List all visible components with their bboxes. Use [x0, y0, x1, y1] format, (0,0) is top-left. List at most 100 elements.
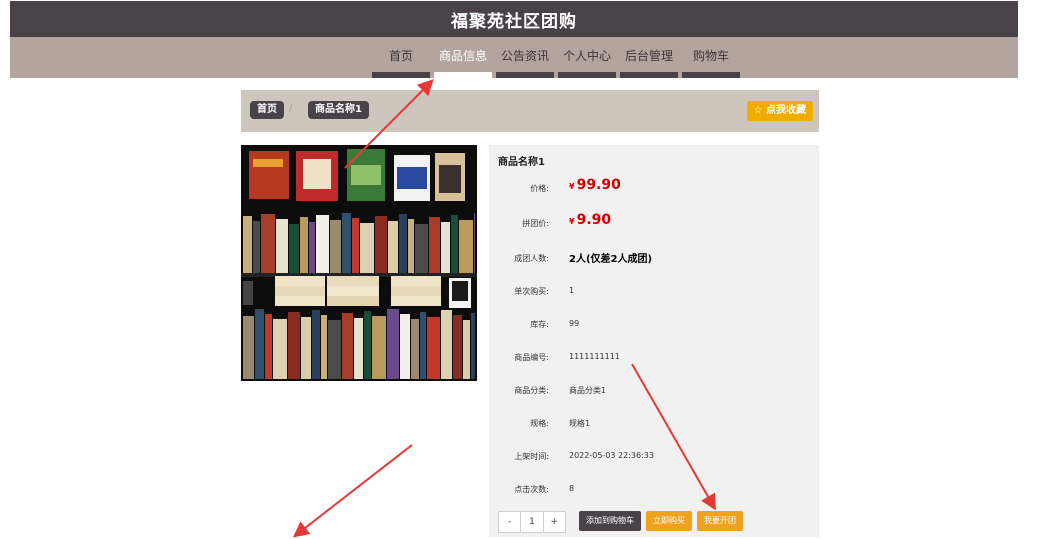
book-spine: [360, 223, 374, 273]
bookshelf-image: [241, 145, 477, 381]
quantity-decrease-button[interactable]: -: [499, 512, 520, 532]
book-spine: [364, 311, 371, 379]
book-spine: [471, 313, 475, 379]
detail-value: 规格1: [569, 419, 591, 428]
book-spine: [408, 219, 414, 273]
nav-item-underline: [558, 72, 616, 78]
book-spine: [441, 222, 450, 273]
book-spine: [300, 217, 308, 273]
book-spine: [255, 309, 264, 379]
nav-item[interactable]: 个人中心: [556, 37, 618, 78]
start-group-button[interactable]: 我要开团: [697, 511, 743, 531]
nav-item[interactable]: 后台管理: [618, 37, 680, 78]
book-spine: [288, 312, 300, 379]
detail-row: 库存: 99: [489, 315, 819, 335]
book-spine: [441, 310, 452, 379]
nav-item[interactable]: 公告资讯: [494, 37, 556, 78]
book-spine: [321, 315, 327, 379]
book-spine: [415, 224, 428, 273]
detail-label: 商品编号:: [514, 353, 549, 362]
nav-item-label: 首页: [388, 49, 413, 63]
detail-label: 规格:: [530, 419, 549, 428]
quantity-input[interactable]: 1: [520, 512, 544, 532]
detail-row: 点击次数: 8: [489, 480, 819, 500]
book-spine: [429, 217, 440, 273]
annotation-arrow: [292, 444, 413, 538]
book-spine: [463, 320, 470, 379]
detail-label: 上架时间:: [514, 452, 549, 461]
price-amount: 99.90: [576, 177, 621, 193]
add-to-cart-button[interactable]: 添加到购物车: [579, 511, 641, 531]
detail-row: 商品分类: 商品分类1: [489, 381, 819, 401]
book-spine: [399, 214, 407, 273]
book-spine: [400, 314, 410, 379]
detail-label: 价格:: [530, 184, 549, 193]
book-spine: [451, 215, 458, 273]
detail-value: 商品分类1: [569, 386, 607, 395]
breadcrumb-home[interactable]: 首页: [250, 101, 284, 119]
nav-item-label: 个人中心: [562, 49, 611, 63]
main-nav: 首页 商品信息 公告资讯 个人中心 后台管理 购物车: [10, 37, 1018, 78]
detail-row: 商品编号: 1111111111: [489, 348, 819, 368]
detail-value: 1: [569, 286, 575, 295]
book-spine: [273, 319, 287, 379]
book-spine: [388, 221, 398, 273]
book-spine: [352, 218, 359, 273]
favorite-button[interactable]: ☆ 点我收藏: [746, 101, 813, 121]
book-spine: [342, 313, 353, 379]
detail-value: 2022-05-03 22:36:33: [569, 451, 654, 460]
detail-row: 单次购买: 1: [489, 282, 819, 302]
book-spine: [427, 317, 440, 379]
book-spine: [301, 317, 311, 379]
currency-symbol: ¥: [569, 182, 575, 191]
detail-label: 单次购买:: [514, 287, 549, 296]
buy-now-button[interactable]: 立即购买: [646, 511, 692, 531]
nav-item-label: 公告资讯: [500, 49, 549, 63]
nav-items: 首页 商品信息 公告资讯 个人中心 后台管理 购物车: [370, 37, 742, 78]
book-spine: [289, 224, 299, 273]
book-spine: [342, 213, 351, 273]
product-detail-panel: 商品名称1 价格: ¥99.90 拼团价: ¥9.90 成团人数: 2人(仅差2人成团) 单…: [489, 145, 819, 537]
nav-item-underline: [620, 72, 678, 78]
nav-item[interactable]: 首页: [370, 37, 432, 78]
product-name: 商品名称1: [498, 157, 545, 168]
site-header: 福聚苑社区团购: [10, 1, 1018, 37]
nav-item-underline: [682, 72, 740, 78]
book-spine: [375, 216, 387, 273]
quantity-increase-button[interactable]: +: [544, 512, 565, 532]
detail-row: 成团人数: 2人(仅差2人成团): [489, 249, 819, 269]
detail-label: 库存:: [530, 320, 549, 329]
detail-value: ¥99.90: [569, 177, 621, 193]
nav-item-underline: [496, 72, 554, 78]
detail-row: 规格: 规格1: [489, 414, 819, 434]
detail-value: 1111111111: [569, 352, 620, 361]
detail-row: 上架时间: 2022-05-03 22:36:33: [489, 447, 819, 467]
nav-item-underline: [434, 72, 492, 78]
product-image: [241, 145, 477, 381]
nav-item-label: 商品信息: [438, 49, 487, 63]
breadcrumb-separator: /: [289, 103, 293, 114]
book-spine: [276, 219, 288, 273]
detail-label: 拼团价:: [522, 219, 549, 228]
book-spine: [453, 315, 462, 379]
nav-item[interactable]: 购物车: [680, 37, 742, 78]
book-spine: [243, 216, 252, 273]
book-spine: [420, 312, 426, 379]
book-spine: [459, 220, 473, 273]
book-spine: [309, 222, 315, 273]
quantity-stepper: - 1 +: [498, 511, 566, 533]
book-spine: [354, 318, 363, 379]
book-spine: [474, 213, 475, 273]
detail-value: 99: [569, 319, 580, 328]
book-spine: [261, 214, 275, 273]
nav-item[interactable]: 商品信息: [432, 37, 494, 78]
nav-item-label: 购物车: [692, 49, 729, 63]
book-spine: [243, 316, 254, 379]
detail-value: 8: [569, 484, 575, 493]
detail-label: 点击次数:: [514, 485, 549, 494]
book-spine: [387, 309, 399, 379]
price-amount: 9.90: [576, 212, 612, 228]
book-spine: [265, 314, 272, 379]
book-spine: [312, 310, 320, 379]
book-spine: [372, 316, 386, 379]
